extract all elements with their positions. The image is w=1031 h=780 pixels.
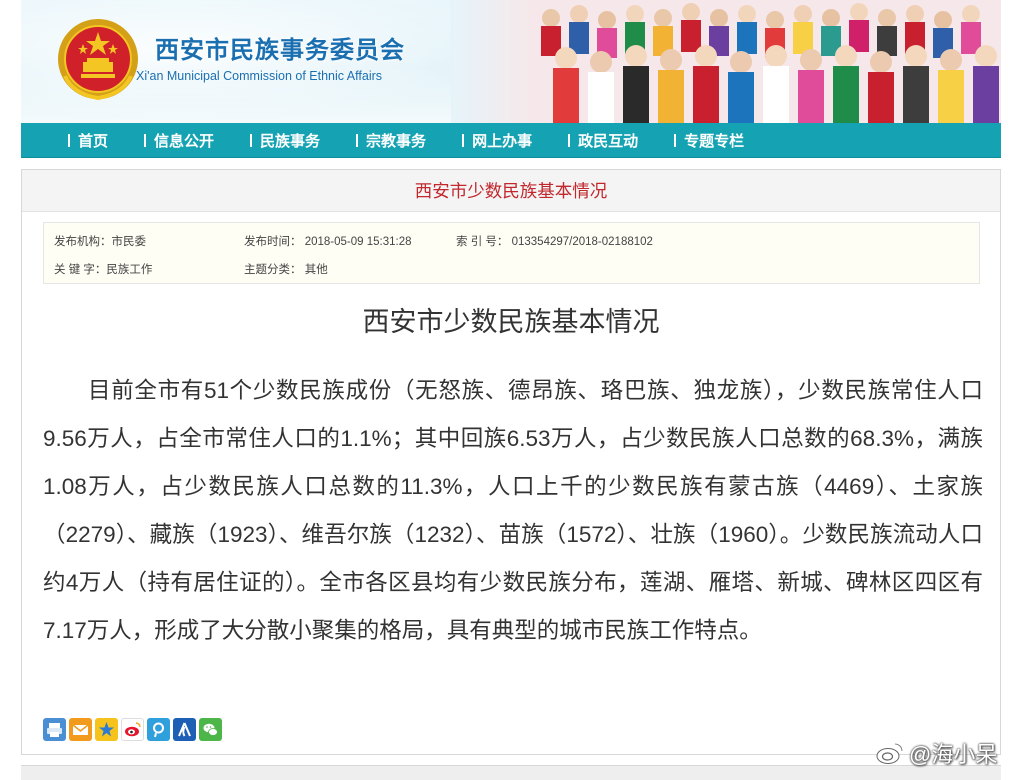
meta-publisher: 发布机构：市民委 [54,236,146,248]
ethnic-groups-photo [451,0,1001,123]
site-title-en: Xi'an Municipal Commission of Ethnic Aff… [136,69,383,83]
article-meta-box: 发布机构：市民委 发布时间： 2018-05-09 15:31:28 索 引 号… [43,222,980,284]
nav-item-info-disclosure[interactable]: 信息公开 [144,130,214,151]
nav-separator [68,133,70,147]
nav-label: 信息公开 [154,132,215,150]
nav-label: 首页 [78,132,109,150]
nav-separator [568,133,571,147]
nav-label: 政民互动 [578,132,639,150]
nav-separator [250,133,253,147]
nav-item-special-topics[interactable]: 专题专栏 [674,130,744,151]
qzone-icon[interactable] [95,718,118,741]
article-body: 目前全市有51个少数民族成份（无怒族、德昂族、珞巴族、独龙族），少数民族常住人口… [43,378,983,643]
share-toolbar [43,718,222,742]
print-icon[interactable] [43,718,66,741]
nav-label: 宗教事务 [366,132,427,150]
meta-keywords: 关 键 字：民族工作 [54,264,153,276]
content-frame: 西安市少数民族基本情况 发布机构：市民委 发布时间： 2018-05-09 15… [21,169,1001,755]
nav-label: 专题专栏 [684,132,745,150]
tencent-icon[interactable] [147,718,170,741]
nav-item-public-interaction[interactable]: 政民互动 [568,130,638,151]
nav-item-religious-affairs[interactable]: 宗教事务 [356,130,426,151]
weibo-watermark: @海小呆 [875,737,997,769]
nav-separator [144,133,147,147]
footer-strip [21,765,1001,780]
nav-separator [356,133,359,147]
nav-separator [462,133,465,147]
meta-category: 主题分类： 其他 [244,264,328,276]
watermark-text: @海小呆 [909,742,998,767]
nav-label: 民族事务 [260,132,321,150]
nav-item-ethnic-affairs[interactable]: 民族事务 [250,130,320,151]
page-heading: 西安市少数民族基本情况 [414,181,608,201]
wechat-icon[interactable] [199,718,222,741]
meta-publish-date: 发布时间： 2018-05-09 15:31:28 [244,236,412,248]
nav-item-home[interactable]: 首页 [68,130,108,151]
page-heading-bar: 西安市少数民族基本情况 [22,170,1000,212]
article-title: 西安市少数民族基本情况 [362,307,660,337]
meta-index-number: 索 引 号： 013354297/2018-02188102 [456,236,653,248]
national-emblem-icon [58,19,138,101]
nav-item-online-services[interactable]: 网上办事 [462,130,532,151]
email-icon[interactable] [69,718,92,741]
site-title-cn: 西安市民族事务委员会 [155,35,405,64]
renren-icon[interactable] [173,718,196,741]
nav-separator [674,133,677,147]
site-banner: 西安市民族事务委员会 Xi'an Municipal Commission of… [21,0,1001,123]
weibo-icon[interactable] [121,718,144,741]
nav-label: 网上办事 [472,132,533,150]
main-nav: 首页 信息公开 民族事务 宗教事务 网上办事 政民互动 专题专栏 [21,123,1001,158]
weibo-logo-icon [876,743,903,764]
